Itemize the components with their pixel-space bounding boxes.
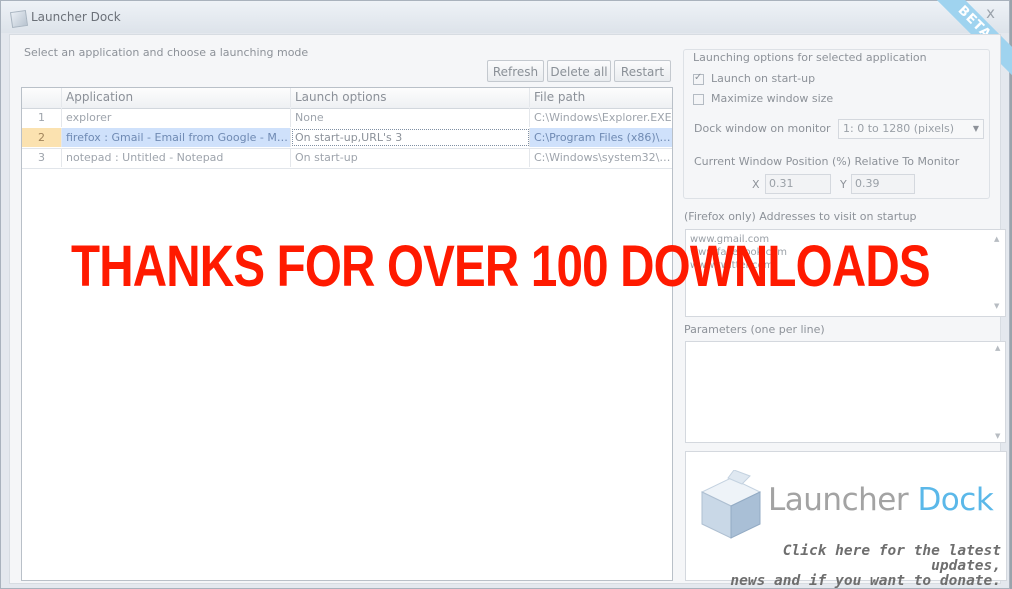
dock-monitor-label: Dock window on monitor: [694, 122, 831, 135]
logo-word-dock: Dock: [917, 482, 994, 518]
file-path-cell[interactable]: C:\Windows\system32\notepad.exe: [530, 148, 672, 167]
row-number: 2: [22, 128, 62, 147]
launch-options-cell[interactable]: On start-up,URL's 3: [291, 128, 530, 147]
launching-options-title: Launching options for selected applicati…: [693, 51, 927, 64]
promo-text: Click here for the latest updates, news …: [716, 544, 1001, 589]
promo-line-2: news and if you want to donate.: [730, 573, 1001, 589]
file-path-cell[interactable]: C:\Windows\Explorer.EXE: [530, 108, 672, 127]
title-bar[interactable]: Launcher Dock BETA x: [1, 0, 1012, 77]
y-label: Y: [840, 178, 847, 191]
table-row[interactable]: 3 notepad : Untitled - Notepad On start-…: [22, 148, 672, 169]
x-position-field[interactable]: 0.31: [765, 174, 831, 194]
window-title: Launcher Dock: [31, 10, 121, 24]
launch-on-startup-checkbox[interactable]: [693, 72, 704, 85]
scroll-down-icon[interactable]: ▼: [995, 432, 1000, 440]
logo-word-launcher: Launcher: [768, 482, 909, 518]
application-cell[interactable]: explorer: [62, 108, 291, 127]
scroll-up-icon[interactable]: ▲: [995, 344, 1000, 352]
launcher-dock-window: Launcher Dock BETA x Select an applicati…: [0, 0, 1012, 589]
dock-monitor-value: 1: 0 to 1280 (pixels): [843, 122, 955, 135]
close-icon[interactable]: x: [986, 4, 995, 22]
parameters-scrollbar[interactable]: ▲ ▼: [992, 341, 1006, 443]
restart-button[interactable]: Restart: [614, 60, 671, 82]
parameters-label: Parameters (one per line): [684, 323, 825, 336]
parameters-textarea[interactable]: [685, 341, 1006, 443]
chevron-down-icon: ▼: [972, 124, 979, 133]
x-label: X: [752, 178, 760, 191]
window-position-label: Current Window Position (%) Relative To …: [694, 155, 960, 168]
maximize-window-checkbox[interactable]: [693, 94, 704, 105]
refresh-button[interactable]: Refresh: [487, 60, 544, 82]
dock-monitor-select[interactable]: 1: 0 to 1280 (pixels) ▼: [838, 119, 984, 139]
main-panel: Select an application and choose a launc…: [9, 34, 1007, 589]
table-row-selected[interactable]: 2 firefox : Gmail - Email from Google - …: [22, 128, 672, 149]
row-number-header: [22, 88, 62, 107]
scroll-up-icon[interactable]: ▲: [994, 233, 999, 246]
launch-options-cell[interactable]: On start-up: [291, 148, 530, 167]
table-row[interactable]: 1 explorer None C:\Windows\Explorer.EXE: [22, 108, 672, 129]
applications-table[interactable]: Application Launch options File path 1 e…: [21, 87, 673, 581]
updates-donate-banner[interactable]: Launcher Dock Click here for the latest …: [685, 451, 1007, 589]
promo-line-1: Click here for the latest updates,: [782, 543, 1001, 574]
maximize-window-label[interactable]: Maximize window size: [711, 92, 833, 105]
addresses-label: (Firefox only) Addresses to visit on sta…: [684, 210, 917, 223]
scroll-down-icon[interactable]: ▼: [994, 300, 999, 313]
application-cell[interactable]: notepad : Untitled - Notepad: [62, 148, 291, 167]
column-header-launch-options[interactable]: Launch options: [291, 88, 530, 107]
y-position-field[interactable]: 0.39: [851, 174, 915, 194]
addresses-scrollbar[interactable]: ▲ ▼: [991, 230, 1005, 316]
launching-options-group: Launching options for selected applicati…: [683, 49, 990, 199]
launch-options-cell[interactable]: None: [291, 108, 530, 127]
file-path-cell[interactable]: C:\Program Files (x86)\Mozilla Firefox\f…: [530, 128, 672, 147]
row-number: 1: [22, 108, 62, 127]
launcher-dock-logo-icon: [700, 470, 762, 539]
instruction-text: Select an application and choose a launc…: [24, 46, 309, 59]
delete-all-button[interactable]: Delete all: [547, 60, 611, 82]
application-cell[interactable]: firefox : Gmail - Email from Google - Mo…: [62, 128, 291, 147]
column-header-application[interactable]: Application: [62, 88, 291, 107]
row-number: 3: [22, 148, 62, 167]
column-header-file-path[interactable]: File path: [530, 88, 672, 107]
logo-wordmark: Launcher Dock: [768, 482, 994, 518]
app-cube-icon: [9, 9, 29, 29]
downloads-overlay-text: THANKS FOR OVER 100 DOWNLOADS: [71, 234, 931, 299]
launch-on-startup-label[interactable]: Launch on start-up: [711, 72, 815, 85]
table-header: Application Launch options File path: [22, 88, 672, 109]
